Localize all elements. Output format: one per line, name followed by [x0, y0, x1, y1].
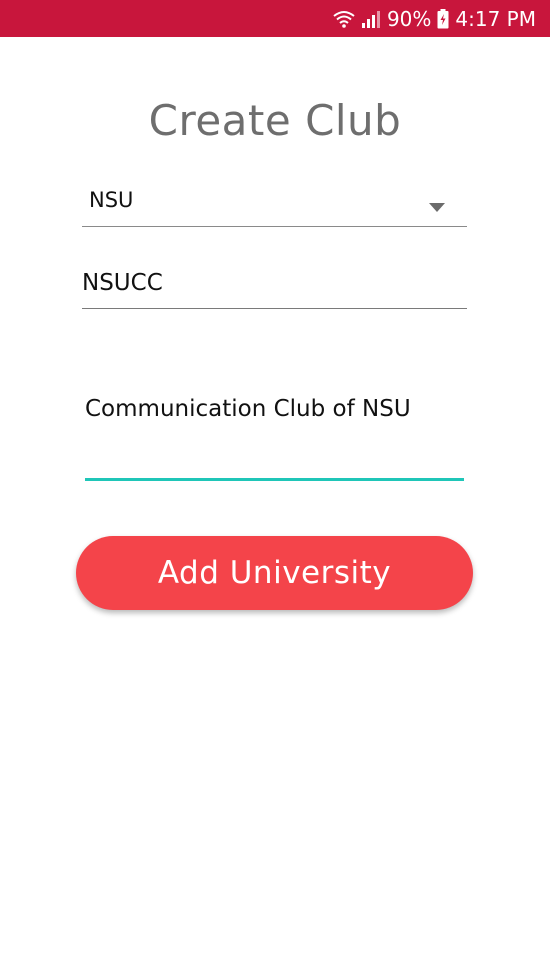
dropdown-arrow-icon	[429, 197, 445, 216]
club-short-name-field	[82, 262, 467, 309]
wifi-icon	[333, 10, 355, 28]
add-university-button[interactable]: Add University	[76, 536, 473, 610]
battery-charging-icon	[437, 8, 449, 29]
status-icons: 90% 4:17 PM	[333, 0, 536, 37]
page-title: Create Club	[148, 96, 402, 145]
signal-icon	[361, 10, 381, 28]
club-description-input[interactable]: Communication Club of NSU	[85, 396, 464, 456]
battery-percent: 90%	[386, 6, 432, 31]
university-select[interactable]: NSU	[82, 178, 467, 227]
club-short-name-input[interactable]	[82, 270, 467, 296]
status-time: 4:17 PM	[455, 6, 536, 31]
club-description-field: Communication Club of NSU	[85, 384, 464, 481]
status-bar: 90% 4:17 PM	[0, 0, 550, 37]
university-select-value: NSU	[89, 188, 134, 212]
